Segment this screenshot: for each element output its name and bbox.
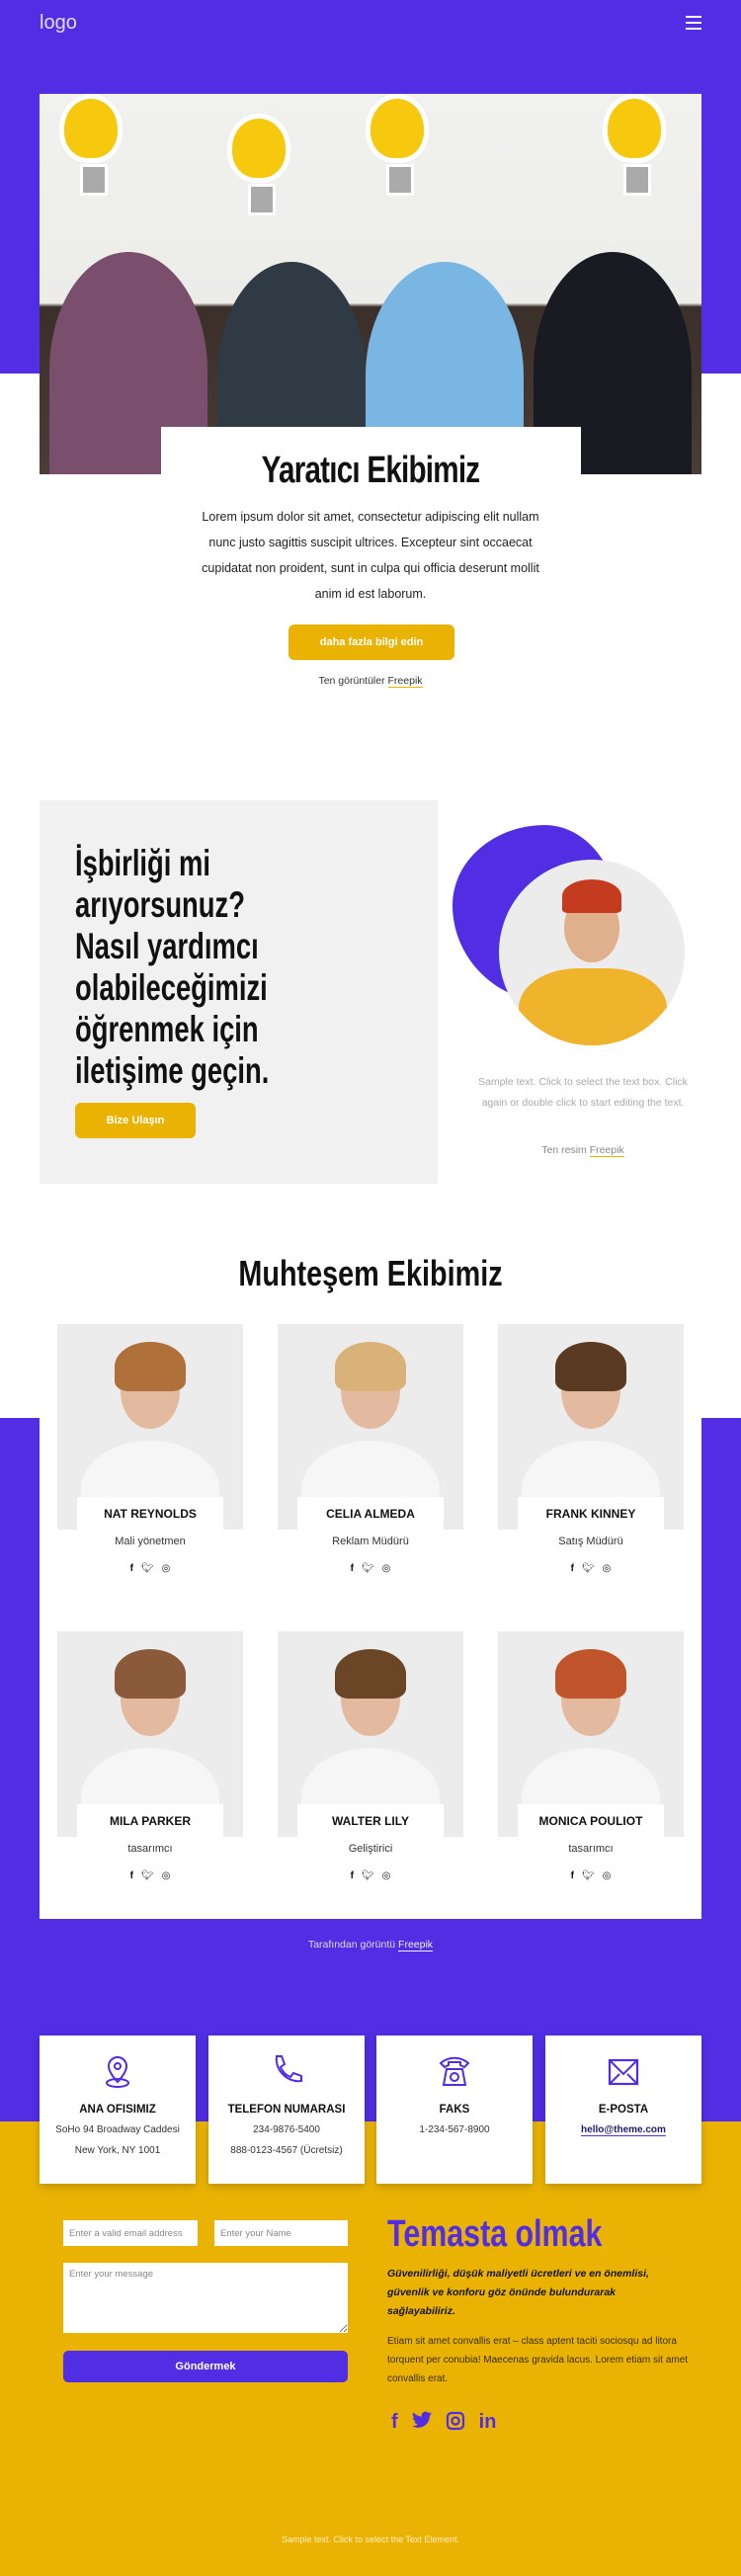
freepik-link[interactable]: Freepik: [398, 1939, 434, 1952]
message-input[interactable]: [63, 2263, 348, 2333]
twitter-icon[interactable]: 🐦︎: [582, 1563, 595, 1574]
member-role: Geliştirici: [348, 1843, 393, 1855]
member-role: Mali yönetmen: [115, 1536, 186, 1547]
get-in-touch-title: Temasta olmak: [387, 2213, 603, 2255]
member-photo: FRANK KINNEY: [498, 1324, 684, 1530]
facebook-icon[interactable]: f: [351, 1870, 354, 1881]
instagram-icon[interactable]: ◎: [603, 1563, 612, 1574]
twitter-icon[interactable]: 🐦︎: [141, 1563, 154, 1574]
credit-text: Ten resim: [541, 1144, 587, 1156]
contact-line: New York, NY 1001: [74, 2145, 161, 2156]
member-role: tasarımcı: [127, 1843, 173, 1855]
contact-card: TELEFON NUMARASI 234-9876-5400 888-0123-45…: [208, 2036, 365, 2184]
team-member-card: NAT REYNOLDS Mali yönetmen f 🐦︎ ◎: [57, 1324, 243, 1574]
member-photo: MILA PARKER: [57, 1631, 243, 1837]
twitter-icon[interactable]: 🐦︎: [582, 1870, 595, 1881]
contact-line: 888-0123-4567 (Ücretsiz): [230, 2145, 343, 2156]
credit-text: Ten görüntüler: [318, 675, 385, 687]
linkedin-icon[interactable]: in: [479, 2411, 497, 2437]
logo[interactable]: logo: [40, 12, 77, 35]
contact-title: FAKS: [439, 2104, 470, 2116]
contact-title: ANA OFISIMIZ: [79, 2104, 156, 2116]
twitter-icon[interactable]: 🐦︎: [362, 1870, 374, 1881]
credit-text: Tarafından görüntü: [307, 1939, 396, 1951]
team-member-card: WALTER LILY Geliştirici f 🐦︎ ◎: [278, 1631, 463, 1881]
team-credit: Tarafından görüntü Freepik: [0, 1939, 741, 1952]
member-role: Reklam Müdürü: [332, 1536, 409, 1547]
team-title: Muhteşem Ekibimiz: [238, 1253, 503, 1293]
instagram-icon[interactable]: ◎: [382, 1563, 391, 1574]
contact-line: 234-9876-5400: [253, 2124, 320, 2135]
contact-card: ANA OFISIMIZ SoHo 94 Broadway Caddesi New …: [40, 2036, 196, 2184]
team-member-card: FRANK KINNEY Satış Müdürü f 🐦︎ ◎: [498, 1324, 684, 1574]
member-name: NAT REYNOLDS: [77, 1497, 223, 1530]
get-in-touch-body: Etiam sit amet convallis erat – class ap…: [387, 2336, 689, 2384]
hamburger-icon[interactable]: [686, 16, 701, 30]
instagram-icon[interactable]: [446, 2411, 465, 2437]
facebook-icon[interactable]: f: [130, 1563, 133, 1574]
twitter-icon[interactable]: [411, 2411, 432, 2437]
member-role: tasarımcı: [568, 1843, 614, 1855]
facebook-icon[interactable]: f: [130, 1870, 133, 1881]
contact-card: E-POSTA hello@theme.com: [545, 2036, 701, 2184]
submit-button[interactable]: Göndermek: [63, 2351, 348, 2382]
hero-image: [40, 94, 701, 474]
hero-credit: Ten görüntüler Freepik: [0, 675, 741, 688]
footer-text: Sample text. Click to select the Text El…: [282, 2534, 459, 2544]
freepik-link[interactable]: Freepik: [387, 675, 423, 688]
member-name: CELIA ALMEDA: [297, 1497, 444, 1530]
member-role: Satış Müdürü: [558, 1536, 623, 1547]
learn-more-button[interactable]: daha fazla bilgi edin: [288, 624, 454, 660]
man-portrait: [499, 860, 685, 1045]
member-photo: NAT REYNOLDS: [57, 1324, 243, 1530]
instagram-icon[interactable]: ◎: [382, 1870, 391, 1881]
facebook-icon[interactable]: f: [391, 2411, 398, 2437]
instagram-icon[interactable]: ◎: [162, 1870, 171, 1881]
contact-line: 1-234-567-8900: [419, 2124, 490, 2135]
member-name: FRANK KINNEY: [518, 1497, 664, 1530]
instagram-icon[interactable]: ◎: [603, 1870, 612, 1881]
collab-credit: Ten resim Freepik: [464, 1144, 701, 1157]
twitter-icon[interactable]: 🐦︎: [141, 1870, 154, 1881]
team-member-card: MONICA POULIOT tasarımcı f 🐦︎ ◎: [498, 1631, 684, 1881]
member-photo: MONICA POULIOT: [498, 1631, 684, 1837]
telephone-icon: [439, 2056, 470, 2086]
member-photo: WALTER LILY: [278, 1631, 463, 1837]
collab-title: İşbirliği mi arıyorsunuz? Nasıl yardımcı…: [75, 843, 270, 1091]
contact-title: TELEFON NUMARASI: [227, 2104, 346, 2116]
phone-icon: [275, 2055, 302, 2083]
name-input[interactable]: [214, 2220, 348, 2246]
team-member-card: MILA PARKER tasarımcı f 🐦︎ ◎: [57, 1631, 243, 1881]
contact-card: FAKS 1-234-567-8900: [376, 2036, 533, 2184]
get-in-touch-subtitle: Güvenilirliği, düşük maliyetli ücretleri…: [387, 2268, 649, 2317]
contact-title: E-POSTA: [598, 2104, 649, 2116]
facebook-icon[interactable]: f: [571, 1870, 574, 1881]
instagram-icon[interactable]: ◎: [162, 1563, 171, 1574]
facebook-icon[interactable]: f: [571, 1563, 574, 1574]
map-pin-icon: [106, 2055, 129, 2088]
social-links: f in: [391, 2411, 496, 2437]
email-link[interactable]: hello@theme.com: [581, 2124, 666, 2136]
member-photo: CELIA ALMEDA: [278, 1324, 463, 1530]
member-name: MONICA POULIOT: [518, 1804, 664, 1837]
freepik-link[interactable]: Freepik: [589, 1144, 624, 1157]
facebook-icon[interactable]: f: [351, 1563, 354, 1574]
team-member-card: CELIA ALMEDA Reklam Müdürü f 🐦︎ ◎: [278, 1324, 463, 1574]
sample-text: Sample text. Click to select the text bo…: [478, 1076, 688, 1109]
contact-line: SoHo 94 Broadway Caddesi: [55, 2124, 180, 2135]
envelope-icon: [608, 2058, 639, 2086]
hero-title: Yaratıcı Ekibimiz: [261, 450, 480, 491]
hero-text: Lorem ipsum dolor sit amet, consectetur …: [202, 510, 539, 601]
member-name: MILA PARKER: [77, 1804, 223, 1837]
member-name: WALTER LILY: [297, 1804, 444, 1837]
contact-us-button[interactable]: Bize Ulaşın: [75, 1103, 196, 1138]
twitter-icon[interactable]: 🐦︎: [362, 1563, 374, 1574]
email-input[interactable]: [63, 2220, 198, 2246]
